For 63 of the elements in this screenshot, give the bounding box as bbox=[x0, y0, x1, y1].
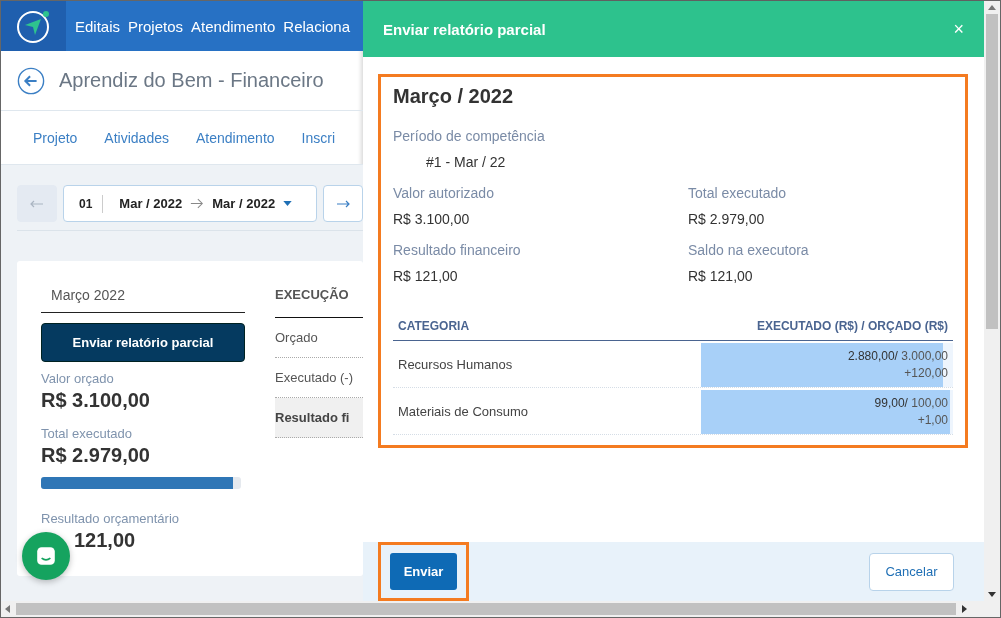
amount-text: 2.880,00/ 3.000,00 bbox=[847, 348, 948, 365]
submit-button[interactable]: Enviar bbox=[390, 553, 457, 590]
column-header: EXECUTADO (R$) / ORÇADO (R$) bbox=[755, 319, 949, 333]
page-title: Aprendiz do Bem - Financeiro bbox=[59, 69, 324, 92]
table-cell-text: Materiais de Consumo bbox=[397, 402, 530, 421]
table-cell: Resultado fi bbox=[275, 398, 363, 438]
back-button[interactable] bbox=[17, 66, 45, 95]
nav-link[interactable]: Editais bbox=[75, 17, 121, 35]
nav-link[interactable]: Atendimento bbox=[191, 17, 276, 35]
table-cell-text: Recursos Humanos bbox=[397, 355, 514, 374]
right-arrow-icon bbox=[190, 198, 205, 209]
difference-text: +120,00 bbox=[904, 365, 948, 382]
stat-value: 121,00 bbox=[74, 529, 137, 552]
scroll-down-icon[interactable] bbox=[988, 592, 996, 597]
field-value: R$ 3.100,00 bbox=[393, 211, 471, 227]
stat-label: Resultado orçamentário bbox=[41, 511, 181, 526]
field-label: Resultado financeiro bbox=[393, 242, 522, 258]
column-header: EXECUÇÃO bbox=[275, 287, 363, 318]
horizontal-scrollbar[interactable] bbox=[1, 601, 1000, 617]
logo-tile[interactable] bbox=[1, 1, 66, 51]
difference-text: +1,00 bbox=[917, 412, 948, 429]
period-number: 01 bbox=[79, 196, 93, 211]
stat-value: R$ 3.100,00 bbox=[41, 389, 151, 412]
stat-label: Valor orçado bbox=[41, 371, 115, 386]
scroll-up-icon[interactable] bbox=[988, 5, 996, 10]
field-value: #1 - Mar / 22 bbox=[425, 154, 507, 170]
period-end: Mar / 2022 bbox=[212, 196, 276, 211]
caret-icon bbox=[283, 201, 293, 206]
logo-icon bbox=[15, 8, 52, 44]
month-select[interactable]: Março 2022 bbox=[41, 287, 245, 313]
field-label: Saldo na executora bbox=[688, 242, 810, 258]
tab[interactable]: Projeto bbox=[33, 129, 78, 146]
vertical-scrollbar[interactable] bbox=[984, 1, 1000, 601]
field-label: Período de competência bbox=[393, 128, 546, 144]
tab[interactable]: Atividades bbox=[104, 129, 169, 146]
left-arrow-icon bbox=[30, 199, 44, 208]
send-report-button[interactable]: Enviar relatório parcial bbox=[41, 323, 245, 362]
tab[interactable]: Inscri bbox=[301, 129, 335, 146]
nav-link[interactable]: Relaciona bbox=[283, 17, 350, 35]
column-header: CATEGORIA bbox=[397, 319, 471, 333]
section-heading: Março / 2022 bbox=[393, 85, 515, 108]
right-arrow-icon bbox=[336, 199, 350, 208]
stat-label: Total executado bbox=[41, 426, 134, 441]
scroll-right-icon[interactable] bbox=[962, 605, 967, 613]
period-start: Mar / 2022 bbox=[119, 196, 183, 211]
field-label: Total executado bbox=[688, 185, 788, 201]
field-value: R$ 121,00 bbox=[688, 268, 754, 284]
chat-icon bbox=[35, 545, 57, 567]
nav-link[interactable]: Projetos bbox=[128, 17, 184, 35]
tab[interactable]: Atendimento bbox=[195, 129, 275, 146]
field-value: R$ 121,00 bbox=[393, 268, 459, 284]
cancel-button[interactable]: Cancelar bbox=[869, 552, 954, 591]
amount-text: 99,00/ 100,00 bbox=[874, 395, 948, 412]
stat-value: R$ 2.979,00 bbox=[41, 444, 151, 467]
field-value: R$ 2.979,00 bbox=[688, 211, 766, 227]
table-cell: Orçado bbox=[275, 318, 363, 358]
scroll-left-icon[interactable] bbox=[5, 605, 10, 613]
scrollbar-thumb[interactable] bbox=[986, 14, 998, 329]
field-label: Valor autorizado bbox=[393, 185, 495, 201]
next-button[interactable] bbox=[323, 185, 363, 222]
dialog-title: Enviar relatório parcial bbox=[383, 20, 546, 38]
scrollbar-thumb[interactable] bbox=[16, 603, 956, 615]
period-selector[interactable]: 01 Mar / 2022 Mar / 2022 bbox=[63, 185, 317, 222]
